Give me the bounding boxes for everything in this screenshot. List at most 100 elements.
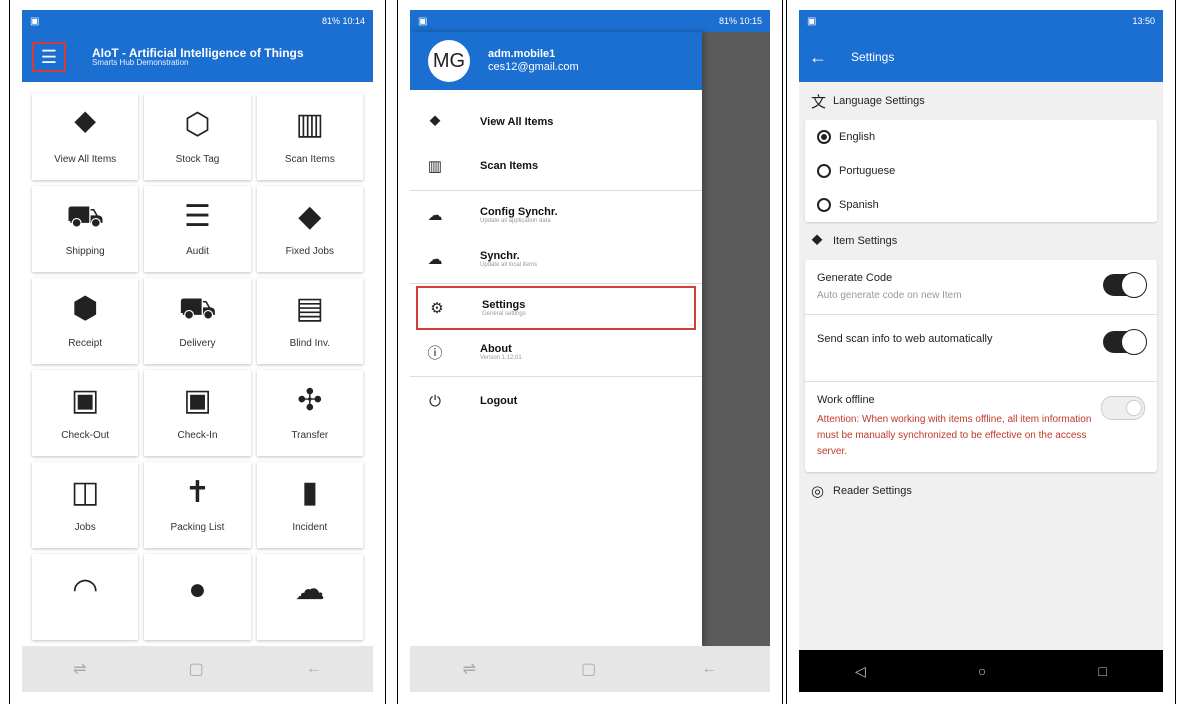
user-email: ces12@gmail.com <box>488 61 579 73</box>
clipboard-alert-icon: ▮ <box>301 475 319 509</box>
back-triangle-icon[interactable]: ◁ <box>855 663 866 680</box>
tile-packing-list[interactable]: ✝ Packing List <box>144 462 251 548</box>
archive-down-icon: ▣ <box>183 383 212 417</box>
generate-code-toggle[interactable] <box>1103 272 1147 298</box>
tile-fixed-jobs[interactable]: ◆ Fixed Jobs <box>256 186 363 272</box>
phone-screen-drawer: ▣ 81% 10:15 MG adm.mobile1 ces12@gmail.c… <box>410 10 770 692</box>
battery-level: 81% <box>321 16 340 26</box>
users-icon: ● <box>188 573 207 606</box>
drawer-item-about[interactable]: ⓘ About Version 1.12.01 <box>410 330 702 374</box>
drawer-item-settings[interactable]: ⚙ Settings General settings <box>416 286 696 330</box>
avatar: MG <box>428 40 470 82</box>
home-icon[interactable]: ▢ <box>189 659 204 679</box>
username: adm.mobile1 <box>488 48 556 61</box>
radio-portuguese[interactable]: Portuguese <box>805 154 1157 188</box>
barcode-icon: ▥ <box>295 107 324 141</box>
status-bar: ▣ 13:50 <box>799 10 1163 32</box>
drawer-item-scan-items[interactable]: ▥ Scan Items <box>410 144 702 188</box>
archive-up-icon: ▣ <box>70 383 100 417</box>
hamburger-menu-button[interactable]: ☰ <box>32 42 66 72</box>
info-icon: ⓘ <box>427 344 443 362</box>
recents-icon[interactable]: ⇌ <box>463 659 476 679</box>
drawer-item-synchr[interactable]: ☁ Synchr. Update all local items <box>410 237 702 281</box>
arrows-split-icon: ✣ <box>297 383 323 417</box>
section-header-language: 文 Language Settings <box>799 82 1163 120</box>
tile-stock-tag[interactable]: ⬡ Stock Tag <box>144 94 251 180</box>
dropbox-icon: ⯁ <box>811 232 824 250</box>
home-icon[interactable]: ▢ <box>581 659 596 679</box>
tile-delivery[interactable]: ⛟ Delivery <box>144 278 251 364</box>
notification-icon: ▣ <box>30 15 40 27</box>
tile-audit[interactable]: ☰ Audit <box>144 186 251 272</box>
gear-icon: ⚙ <box>430 300 444 317</box>
navigation-drawer: MG adm.mobile1 ces12@gmail.com ⯁ View All… <box>410 32 702 646</box>
tile-blind-inv[interactable]: ▤ Blind Inv. <box>256 278 363 364</box>
radio-spanish[interactable]: Spanish <box>805 188 1157 222</box>
signpost-icon: ✝ <box>184 475 211 509</box>
tile-cloud-sync[interactable]: ☁ <box>256 554 363 640</box>
recents-icon[interactable]: ⇌ <box>73 659 86 679</box>
box-open-icon: ⬢ <box>72 291 99 325</box>
tile-check-in[interactable]: ▣ Check-In <box>144 370 251 456</box>
settings-content: 文 Language Settings English Portuguese Sp… <box>799 82 1163 650</box>
back-icon[interactable]: ← <box>701 660 717 678</box>
screenshot-home: ▣ 81% 10:14 ☰ AIoT - Artificial Intellig… <box>9 0 386 704</box>
book-icon: ◫ <box>70 475 100 509</box>
tile-check-out[interactable]: ▣ Check-Out <box>32 370 139 456</box>
eye-list-icon: ▤ <box>295 291 324 325</box>
app-bar: ← Settings <box>799 32 1163 82</box>
dropbox-icon: ⯁ <box>73 107 98 141</box>
drawer-item-logout[interactable]: ⏻ Logout <box>410 379 702 423</box>
cube-icon: ⬡ <box>184 107 211 141</box>
android-nav-bar: ⇌ ▢ ← <box>410 646 770 692</box>
setting-generate-code: Generate Code Auto generate code on new … <box>805 260 1157 315</box>
tile-receipt[interactable]: ⬢ Receipt <box>32 278 139 364</box>
rss-icon: ◠ <box>72 573 99 606</box>
status-bar: ▣ 81% 10:15 <box>410 10 770 32</box>
tile-users[interactable]: ● <box>144 554 251 640</box>
radio-unselected-icon <box>817 198 831 212</box>
tile-rss[interactable]: ◠ <box>32 554 139 640</box>
radio-english[interactable]: English <box>805 120 1157 154</box>
app-bar: ☰ AIoT - Artificial Intelligence of Thin… <box>22 32 373 82</box>
divider <box>410 190 702 191</box>
back-icon[interactable]: ← <box>306 660 322 678</box>
tile-scan-items[interactable]: ▥ Scan Items <box>256 94 363 180</box>
tile-jobs[interactable]: ◫ Jobs <box>32 462 139 548</box>
section-header-item: ⯁ Item Settings <box>811 232 898 250</box>
cloud-sync-icon: ☁ <box>294 573 325 606</box>
recents-square-icon[interactable]: □ <box>1098 663 1106 679</box>
tile-incident[interactable]: ▮ Incident <box>256 462 363 548</box>
radio-selected-icon <box>817 130 831 144</box>
phone-screen-home: ▣ 81% 10:14 ☰ AIoT - Artificial Intellig… <box>22 10 373 692</box>
notification-icon: ▣ <box>418 15 428 27</box>
notification-icon: ▣ <box>807 15 817 27</box>
divider <box>410 283 702 284</box>
home-circle-icon[interactable]: ○ <box>978 663 986 679</box>
app-subtitle: Smarts Hub Demonstration <box>92 58 189 68</box>
drawer-header: MG adm.mobile1 ces12@gmail.com <box>410 32 702 90</box>
translate-icon: 文 <box>811 93 827 111</box>
drawer-item-view-all-items[interactable]: ⯁ View All Items <box>410 100 702 144</box>
truck-icon: ⛟ <box>178 291 217 325</box>
dropbox-icon: ⯁ <box>428 113 441 131</box>
status-bar: ▣ 81% 10:14 <box>22 10 373 32</box>
android-nav-bar: ◁ ○ □ <box>799 650 1163 692</box>
drawer-item-config-synchr[interactable]: ☁ Config Synchr. Update all application da… <box>410 193 702 237</box>
send-scan-toggle[interactable] <box>1103 329 1147 355</box>
checklist-icon: ☰ <box>184 199 211 233</box>
setting-work-offline: Work offline Attention: When working wit… <box>805 382 1157 472</box>
tile-view-all-items[interactable]: ⯁ View All Items <box>32 94 139 180</box>
antenna-icon: ◎ <box>811 483 825 500</box>
tile-transfer[interactable]: ✣ Transfer <box>256 370 363 456</box>
android-nav-bar: ⇌ ▢ ← <box>22 646 373 692</box>
cloud-sync-icon: ☁ <box>427 207 443 224</box>
back-arrow-icon[interactable]: ← <box>809 47 827 68</box>
section-header-reader: ◎ Reader Settings <box>811 483 912 500</box>
battery-level: 81% <box>718 16 737 26</box>
clock: 13:50 <box>1132 16 1155 26</box>
language-card: English Portuguese Spanish <box>805 120 1157 222</box>
work-offline-toggle[interactable] <box>1101 396 1145 420</box>
tile-shipping[interactable]: ⛟ Shipping <box>32 186 139 272</box>
home-grid: ⯁ View All Items ⬡ Stock Tag ▥ Scan Items ⛟… <box>22 82 373 652</box>
